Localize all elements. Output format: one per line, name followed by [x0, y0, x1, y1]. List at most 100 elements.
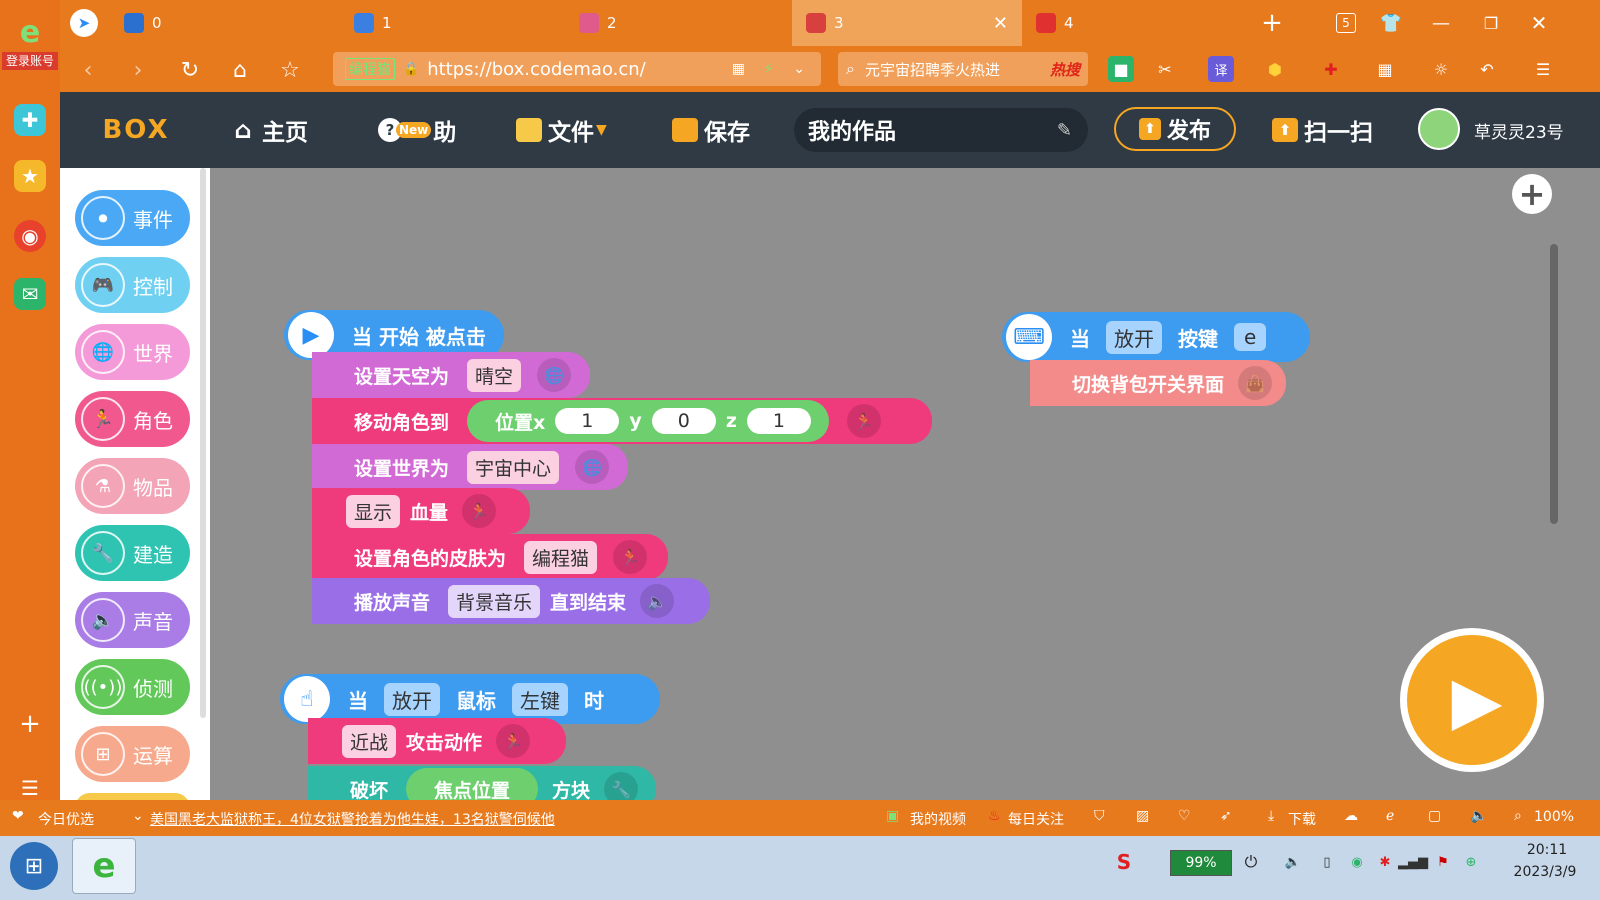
y-input[interactable]: 0 — [651, 408, 716, 434]
news-link[interactable]: 美国黑老大监狱称王，4位女狱警抢着为他生娃，13名狱警伺候他 — [150, 809, 555, 829]
toggle-backpack-block[interactable]: 切换背包开关界面 👜 — [1030, 360, 1286, 406]
health-icon[interactable]: ✚ — [14, 104, 46, 136]
chevron-down-icon[interactable]: ⌄ — [793, 61, 805, 77]
minimize-button[interactable]: — — [1428, 10, 1454, 36]
code-canvas[interactable]: + ▶ 当 开始 被点击 设置天空为 晴空 🌐 移动角色到 位置x 1 y 0 z 1… — [210, 168, 1600, 820]
bookmark-star-icon[interactable]: ☆ — [276, 56, 304, 84]
melee-attack-block[interactable]: 近战 攻击动作 🏃 — [308, 718, 566, 764]
show-hp-block[interactable]: 显示 血量 🏃 — [312, 488, 530, 534]
undo-icon[interactable]: ↶ — [1474, 56, 1500, 82]
qr-icon[interactable]: ▦ — [732, 61, 745, 77]
sound-dropdown[interactable]: 背景音乐 — [448, 584, 541, 618]
scissors-icon[interactable]: ✂ — [1152, 56, 1178, 82]
speaker-icon[interactable]: 🔈 — [1282, 850, 1304, 874]
brightness-icon[interactable]: ☼ — [1428, 56, 1454, 82]
sky-dropdown[interactable]: 晴空 — [467, 358, 522, 392]
tray-red-icon[interactable]: ✱ — [1374, 850, 1396, 874]
search-field[interactable]: ⌕ 元宇宙招聘季火热进 热搜 — [838, 52, 1088, 86]
scan-menu[interactable]: ⬆ 扫一扫 — [1272, 108, 1373, 152]
tab-2[interactable]: 2 — [565, 0, 790, 46]
rocket-icon[interactable]: ➶ — [1220, 808, 1232, 824]
release-dropdown[interactable]: 放开 — [1106, 320, 1162, 354]
file-menu[interactable]: 文件 ▼ — [516, 108, 607, 152]
reader-icon[interactable]: ■ — [1108, 56, 1134, 82]
tray-plus-icon[interactable]: ⊕ — [1460, 850, 1482, 874]
cloud-icon[interactable]: ☁ — [1344, 808, 1358, 824]
device-icon[interactable]: ▯ — [1316, 850, 1338, 874]
publish-button[interactable]: ⬆ 发布 — [1114, 107, 1236, 151]
mouse-button-dropdown[interactable]: 左键 — [512, 682, 568, 716]
taskbar-browser-icon[interactable]: e — [72, 838, 136, 894]
translate-icon[interactable]: 译 — [1208, 56, 1234, 82]
tab-count-badge[interactable]: 5 — [1336, 13, 1356, 33]
z-input[interactable]: 1 — [746, 408, 812, 434]
skin-dropdown[interactable]: 编程猫 — [524, 540, 598, 574]
lightning-icon[interactable]: ⚡ — [764, 62, 773, 77]
browser-logo-icon[interactable]: e — [14, 15, 46, 50]
home-icon[interactable]: ⌂ — [226, 56, 254, 84]
x-input[interactable]: 1 — [555, 408, 620, 434]
favorites-icon[interactable]: ★ — [14, 160, 46, 192]
window-icon[interactable]: ▢ — [1428, 808, 1441, 824]
when-mouse-block[interactable]: ☝ 当 放开 鼠标 左键 时 — [280, 674, 660, 724]
reload-icon[interactable]: ↻ — [176, 56, 204, 84]
skin-icon[interactable]: 👕 — [1378, 10, 1404, 36]
tab-1[interactable]: 1 — [340, 0, 565, 46]
run-button[interactable]: ▶ — [1400, 628, 1544, 772]
battery-indicator[interactable]: 99% — [1170, 850, 1232, 876]
close-window-button[interactable]: ✕ — [1526, 10, 1552, 36]
add-sidebar-icon[interactable]: + — [14, 708, 46, 740]
zoom-level[interactable]: 100% — [1534, 809, 1574, 825]
canvas-scrollbar[interactable] — [1550, 244, 1558, 524]
box-logo[interactable]: BOX — [92, 110, 180, 150]
flag-icon[interactable]: ⚑ — [1432, 850, 1454, 874]
category-sound[interactable]: 🔈 声音 — [75, 592, 190, 648]
today-picks[interactable]: 今日优选 — [38, 809, 94, 829]
clock-time[interactable]: 20:11 — [1512, 842, 1582, 858]
help-menu[interactable]: ? New 助 — [378, 108, 456, 152]
ie-icon[interactable]: ℯ — [1386, 808, 1394, 824]
category-events[interactable]: ⏺ 事件 — [75, 190, 190, 246]
apps-grid-icon[interactable]: ▦ — [1372, 56, 1398, 82]
coupon-icon[interactable]: ⬢ — [1262, 56, 1288, 82]
my-video[interactable]: 我的视频 — [910, 809, 966, 829]
login-label[interactable]: 登录账号 — [2, 52, 58, 70]
category-world[interactable]: 🌐 世界 — [75, 324, 190, 380]
tray-green-icon[interactable]: ◉ — [1346, 850, 1368, 874]
release-dropdown[interactable]: 放开 — [384, 682, 440, 716]
set-sky-block[interactable]: 设置天空为 晴空 🌐 — [312, 352, 590, 398]
url-field[interactable]: 编程猫 🔒 https://box.codemao.cn/ ▦ ⚡ ⌄ — [333, 52, 821, 86]
set-world-block[interactable]: 设置世界为 宇宙中心 🌐 — [312, 444, 628, 490]
world-dropdown[interactable]: 宇宙中心 — [467, 450, 560, 484]
tab-3[interactable]: 3 ✕ — [792, 0, 1022, 46]
save-menu[interactable]: 保存 — [672, 108, 750, 152]
daily-follow[interactable]: 每日关注 — [1008, 809, 1064, 829]
move-character-block[interactable]: 移动角色到 位置x 1 y 0 z 1 🏃 — [312, 398, 932, 444]
volume-icon[interactable]: 🔈 — [1470, 808, 1487, 824]
mail-icon[interactable]: ✉ — [14, 278, 46, 310]
category-build[interactable]: 🔧 建造 — [75, 525, 190, 581]
position-reporter[interactable]: 位置x 1 y 0 z 1 — [467, 400, 830, 442]
ime-icon[interactable]: S — [1112, 850, 1136, 874]
pencil-icon[interactable]: ✎ — [1057, 120, 1072, 141]
project-title-field[interactable]: 我的作品 ✎ — [794, 108, 1088, 152]
play-sound-block[interactable]: 播放声音 背景音乐 直到结束 🔈 — [312, 578, 710, 624]
game-icon[interactable]: ✚ — [1318, 56, 1344, 82]
username[interactable]: 草灵灵23号 — [1474, 118, 1564, 143]
clock-date[interactable]: 2023/3/9 — [1500, 864, 1590, 880]
weibo-icon[interactable]: ◉ — [14, 220, 46, 252]
download-icon[interactable]: ⤓ — [1268, 808, 1274, 824]
set-skin-block[interactable]: 设置角色的皮肤为 编程猫 🏃 — [312, 534, 668, 580]
start-button[interactable]: ⊞ — [10, 842, 58, 890]
shield-icon[interactable]: ⛉ — [1094, 808, 1105, 824]
image-icon[interactable]: ▨ — [1136, 808, 1149, 824]
restore-button[interactable]: ❐ — [1478, 10, 1504, 36]
tab-4[interactable]: 4 — [1022, 0, 1222, 46]
show-dropdown[interactable]: 显示 — [346, 494, 401, 528]
category-character[interactable]: 🏃 角色 — [75, 391, 190, 447]
sidebar-scrollbar[interactable] — [200, 168, 206, 718]
category-sensing[interactable]: ((•)) 侦测 — [75, 659, 190, 715]
avatar[interactable] — [1418, 108, 1460, 150]
melee-dropdown[interactable]: 近战 — [342, 724, 397, 758]
new-tab-button[interactable]: + — [1258, 8, 1286, 38]
